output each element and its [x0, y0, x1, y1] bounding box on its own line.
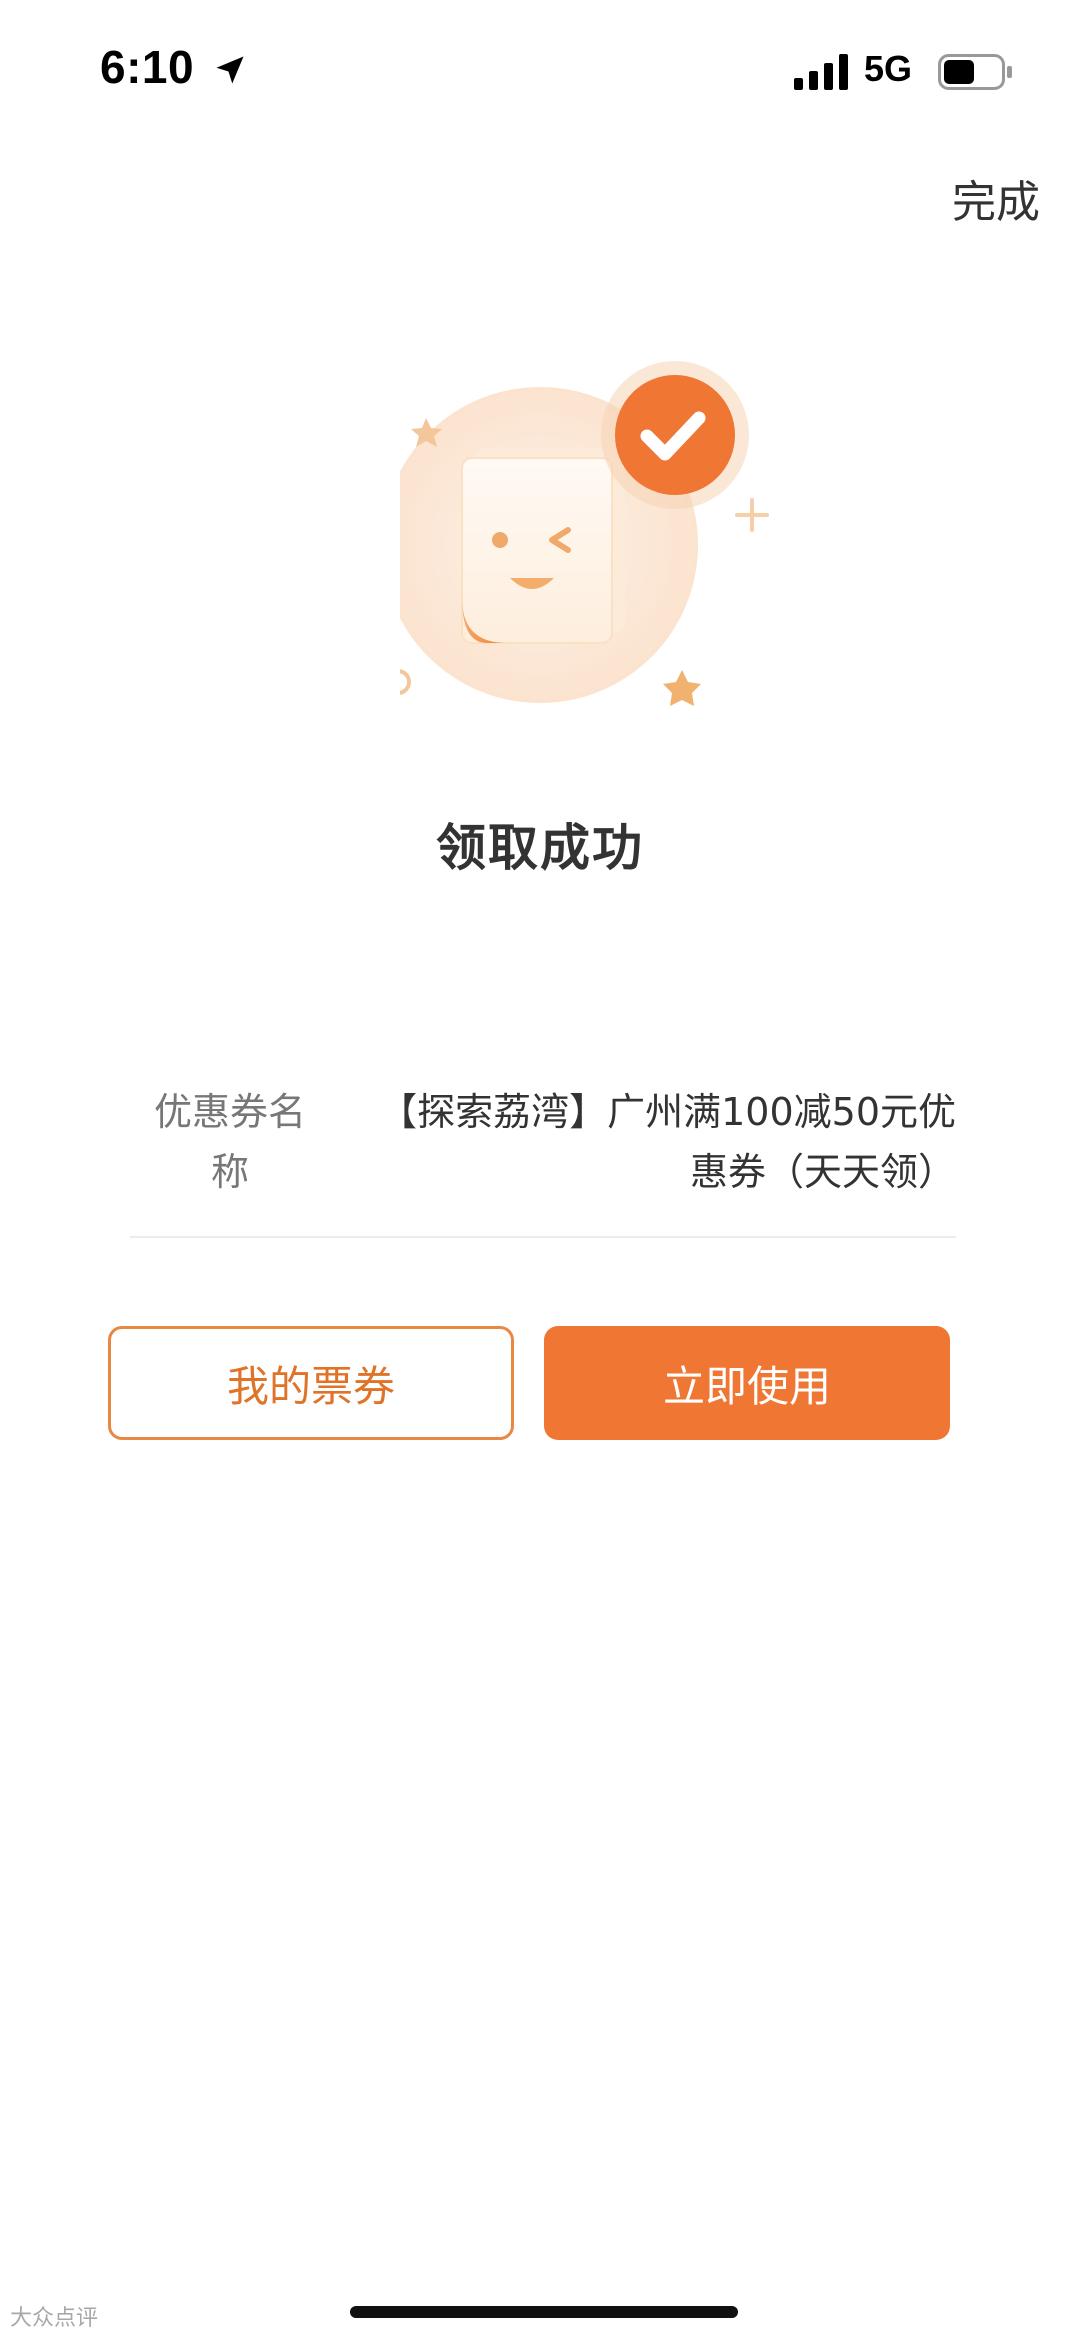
- location-arrow-icon: [216, 56, 244, 84]
- done-button[interactable]: 完成: [952, 166, 1040, 230]
- watermark-logo: 大众点评: [10, 2306, 99, 2331]
- coupon-name-value: 【探索荔湾】广州满100减50元优惠券（天天领）: [379, 1090, 956, 1194]
- success-title: 领取成功: [436, 819, 644, 877]
- use-now-button[interactable]: 立即使用: [544, 1326, 950, 1440]
- network-label: 5G: [864, 48, 913, 89]
- status-bar: 6:10 5G: [0, 0, 1080, 140]
- coupon-name-label: 优惠券名称: [153, 1090, 306, 1194]
- my-tickets-button[interactable]: 我的票券: [108, 1326, 514, 1440]
- home-indicator[interactable]: [350, 2306, 738, 2318]
- divider: [130, 1236, 956, 1238]
- coupon-success-icon: [400, 361, 769, 706]
- coupon-info-row: 优惠券名称 【探索荔湾】广州满100减50元优惠券（天天领）: [130, 1082, 956, 1232]
- signal-bars-icon: [794, 54, 848, 90]
- status-time: 6:10: [100, 41, 195, 93]
- battery-icon: [938, 54, 1012, 90]
